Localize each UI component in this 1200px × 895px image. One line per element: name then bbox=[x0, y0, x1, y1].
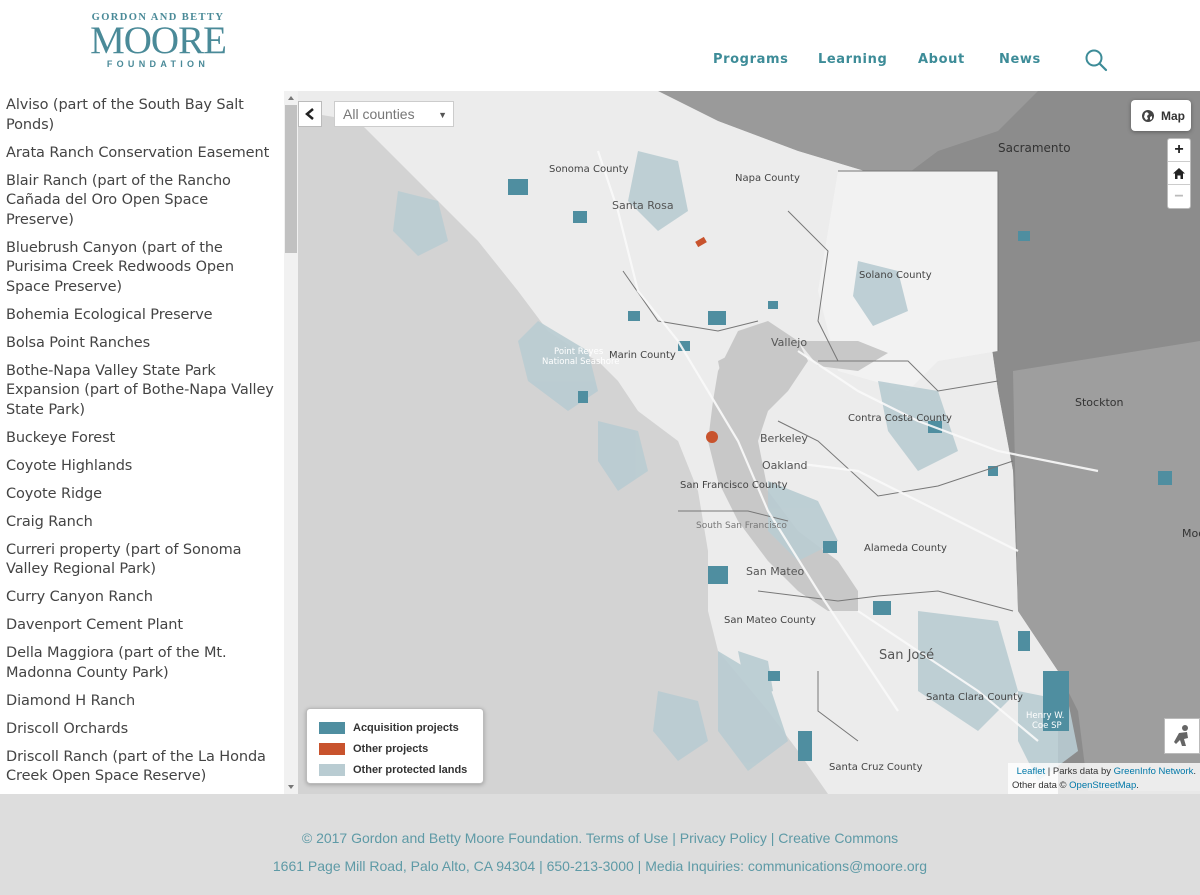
list-item[interactable]: Craig Ranch bbox=[6, 513, 276, 533]
scroll-down-arrow-icon[interactable] bbox=[284, 780, 298, 794]
map-label-henry-w: Henry W. bbox=[1026, 711, 1065, 721]
list-item[interactable]: Curreri property (part of Sonoma Valley … bbox=[6, 541, 276, 580]
map-label-berkeley: Berkeley bbox=[760, 432, 808, 445]
map-label-alameda-county: Alameda County bbox=[864, 543, 947, 554]
map-label-modesto: Mode bbox=[1182, 527, 1200, 540]
list-item[interactable]: Diamond H Ranch bbox=[6, 692, 276, 712]
project-list-panel: Alviso (part of the South Bay Salt Ponds… bbox=[0, 91, 298, 794]
map-label-marin-county: Marin County bbox=[609, 350, 676, 361]
pegman-icon bbox=[1174, 725, 1188, 746]
collapse-sidebar-button[interactable] bbox=[298, 101, 322, 127]
legend-label: Other projects bbox=[353, 742, 429, 755]
map-label-stockton: Stockton bbox=[1075, 396, 1124, 409]
list-item[interactable]: Driscoll Ranch (part of the La Honda Cre… bbox=[6, 748, 276, 787]
map-label-solano-county: Solano County bbox=[859, 270, 932, 281]
nav-news[interactable]: News bbox=[999, 52, 1041, 67]
nav-learning[interactable]: Learning bbox=[818, 52, 887, 67]
map-label-contra-costa-county: Contra Costa County bbox=[848, 413, 952, 424]
legend-row: Other protected lands bbox=[319, 759, 471, 780]
legend-row: Other projects bbox=[319, 738, 471, 759]
map-basemap[interactable] bbox=[298, 91, 1200, 794]
leaflet-link[interactable]: Leaflet bbox=[1017, 766, 1046, 777]
map-label-south-san-francisco: South San Francisco bbox=[696, 521, 787, 531]
scrollbar-thumb[interactable] bbox=[285, 105, 297, 253]
map-label-santa-rosa: Santa Rosa bbox=[612, 199, 674, 212]
nav-programs[interactable]: Programs bbox=[713, 52, 788, 67]
legend-swatch-protected-lands bbox=[319, 763, 345, 776]
chevron-left-icon bbox=[305, 108, 314, 120]
attribution-line-1: Leaflet | Parks data by GreenInfo Networ… bbox=[1016, 766, 1196, 777]
map-label-san-mateo-county: San Mateo County bbox=[724, 615, 816, 626]
footer-address[interactable]: 1661 Page Mill Road, Palo Alto, CA 94304… bbox=[0, 858, 1200, 874]
county-select[interactable]: All counties ▼ bbox=[334, 101, 454, 127]
home-button[interactable] bbox=[1168, 162, 1190, 185]
list-item[interactable]: Bothe-Napa Valley State Park Expansion (… bbox=[6, 362, 276, 421]
map-label-coe-sp: Coe SP bbox=[1032, 721, 1062, 731]
list-scrollbar[interactable] bbox=[284, 91, 298, 794]
legend-swatch-other-projects bbox=[319, 742, 345, 755]
list-item[interactable]: Della Maggiora (part of the Mt. Madonna … bbox=[6, 644, 276, 683]
attribution-line-2: Other data © OpenStreetMap. bbox=[1012, 780, 1139, 791]
legend-label: Other protected lands bbox=[353, 763, 468, 776]
map-label-point-reyes: Point Reyes bbox=[554, 347, 604, 357]
map-label-san-jose: San José bbox=[879, 648, 935, 663]
map-label-san-francisco-county: San Francisco County bbox=[680, 480, 788, 491]
nav-about[interactable]: About bbox=[918, 52, 965, 67]
site-header: GORDON AND BETTY MOORE FOUNDATION Progra… bbox=[0, 0, 1200, 91]
map-label-san-mateo: San Mateo bbox=[746, 565, 805, 578]
legend-swatch-acquisition bbox=[319, 721, 345, 734]
map-label-vallejo: Vallejo bbox=[771, 336, 808, 349]
greeninfo-link[interactable]: GreenInfo Network bbox=[1114, 766, 1194, 777]
zoom-in-button[interactable]: + bbox=[1168, 139, 1190, 162]
zoom-control: + − bbox=[1167, 138, 1191, 209]
basemap-layer-button[interactable]: Map bbox=[1131, 100, 1191, 131]
map-attribution: Leaflet | Parks data by GreenInfo Networ… bbox=[1008, 763, 1200, 794]
logo-line-2: MOORE bbox=[90, 19, 227, 62]
list-item[interactable]: Buckeye Forest bbox=[6, 429, 276, 449]
logo-line-3: FOUNDATION bbox=[106, 59, 210, 69]
map-panel[interactable]: Sacramento Sonoma County Napa County San… bbox=[298, 91, 1200, 794]
map-legend: Acquisition projects Other projects Othe… bbox=[306, 708, 484, 784]
legend-row: Acquisition projects bbox=[319, 717, 471, 738]
map-label-santa-cruz-county: Santa Cruz County bbox=[829, 762, 923, 773]
attribution-parks-text: | Parks data by bbox=[1045, 766, 1114, 777]
map-label-napa-county: Napa County bbox=[735, 173, 800, 184]
list-item[interactable]: Bolsa Point Ranches bbox=[6, 334, 276, 354]
globe-icon bbox=[1142, 109, 1154, 122]
attribution-other-text: Other data © bbox=[1012, 780, 1070, 791]
project-list: Alviso (part of the South Bay Salt Ponds… bbox=[6, 96, 276, 794]
home-icon bbox=[1173, 167, 1185, 179]
list-item[interactable]: Arata Ranch Conservation Easement bbox=[6, 144, 276, 164]
map-label-sacramento: Sacramento bbox=[998, 141, 1071, 155]
list-item[interactable]: Coyote Ridge bbox=[6, 485, 276, 505]
list-item[interactable]: Curry Canyon Ranch bbox=[6, 588, 276, 608]
foundation-logo[interactable]: GORDON AND BETTY MOORE FOUNDATION bbox=[88, 12, 228, 69]
county-select-value: All counties bbox=[343, 106, 415, 122]
dropdown-arrow-icon: ▼ bbox=[438, 110, 447, 120]
map-label-oakland: Oakland bbox=[762, 459, 808, 472]
list-item[interactable]: Driscoll Orchards bbox=[6, 720, 276, 740]
search-icon[interactable] bbox=[1084, 48, 1108, 72]
map-label-national-seashore: National Seashore bbox=[542, 357, 620, 367]
list-item[interactable]: Blair Ranch (part of the Rancho Cañada d… bbox=[6, 172, 276, 231]
map-label-sonoma-county: Sonoma County bbox=[549, 164, 629, 175]
legend-label: Acquisition projects bbox=[353, 721, 459, 734]
site-footer: © 2017 Gordon and Betty Moore Foundation… bbox=[0, 794, 1200, 895]
list-item[interactable]: Coyote Highlands bbox=[6, 457, 276, 477]
layer-button-label: Map bbox=[1161, 108, 1185, 123]
zoom-out-button[interactable]: − bbox=[1168, 185, 1190, 208]
openstreetmap-link[interactable]: OpenStreetMap bbox=[1069, 780, 1136, 791]
list-item[interactable]: Bohemia Ecological Preserve bbox=[6, 306, 276, 326]
list-item[interactable]: Alviso (part of the South Bay Salt Ponds… bbox=[6, 96, 276, 135]
footer-copyright-links[interactable]: © 2017 Gordon and Betty Moore Foundation… bbox=[0, 830, 1200, 846]
list-item[interactable]: Bluebrush Canyon (part of the Purisima C… bbox=[6, 239, 276, 298]
scroll-up-arrow-icon[interactable] bbox=[284, 91, 298, 105]
list-item[interactable]: Davenport Cement Plant bbox=[6, 616, 276, 636]
map-label-santa-clara-county: Santa Clara County bbox=[926, 692, 1023, 703]
street-view-button[interactable] bbox=[1164, 718, 1200, 754]
